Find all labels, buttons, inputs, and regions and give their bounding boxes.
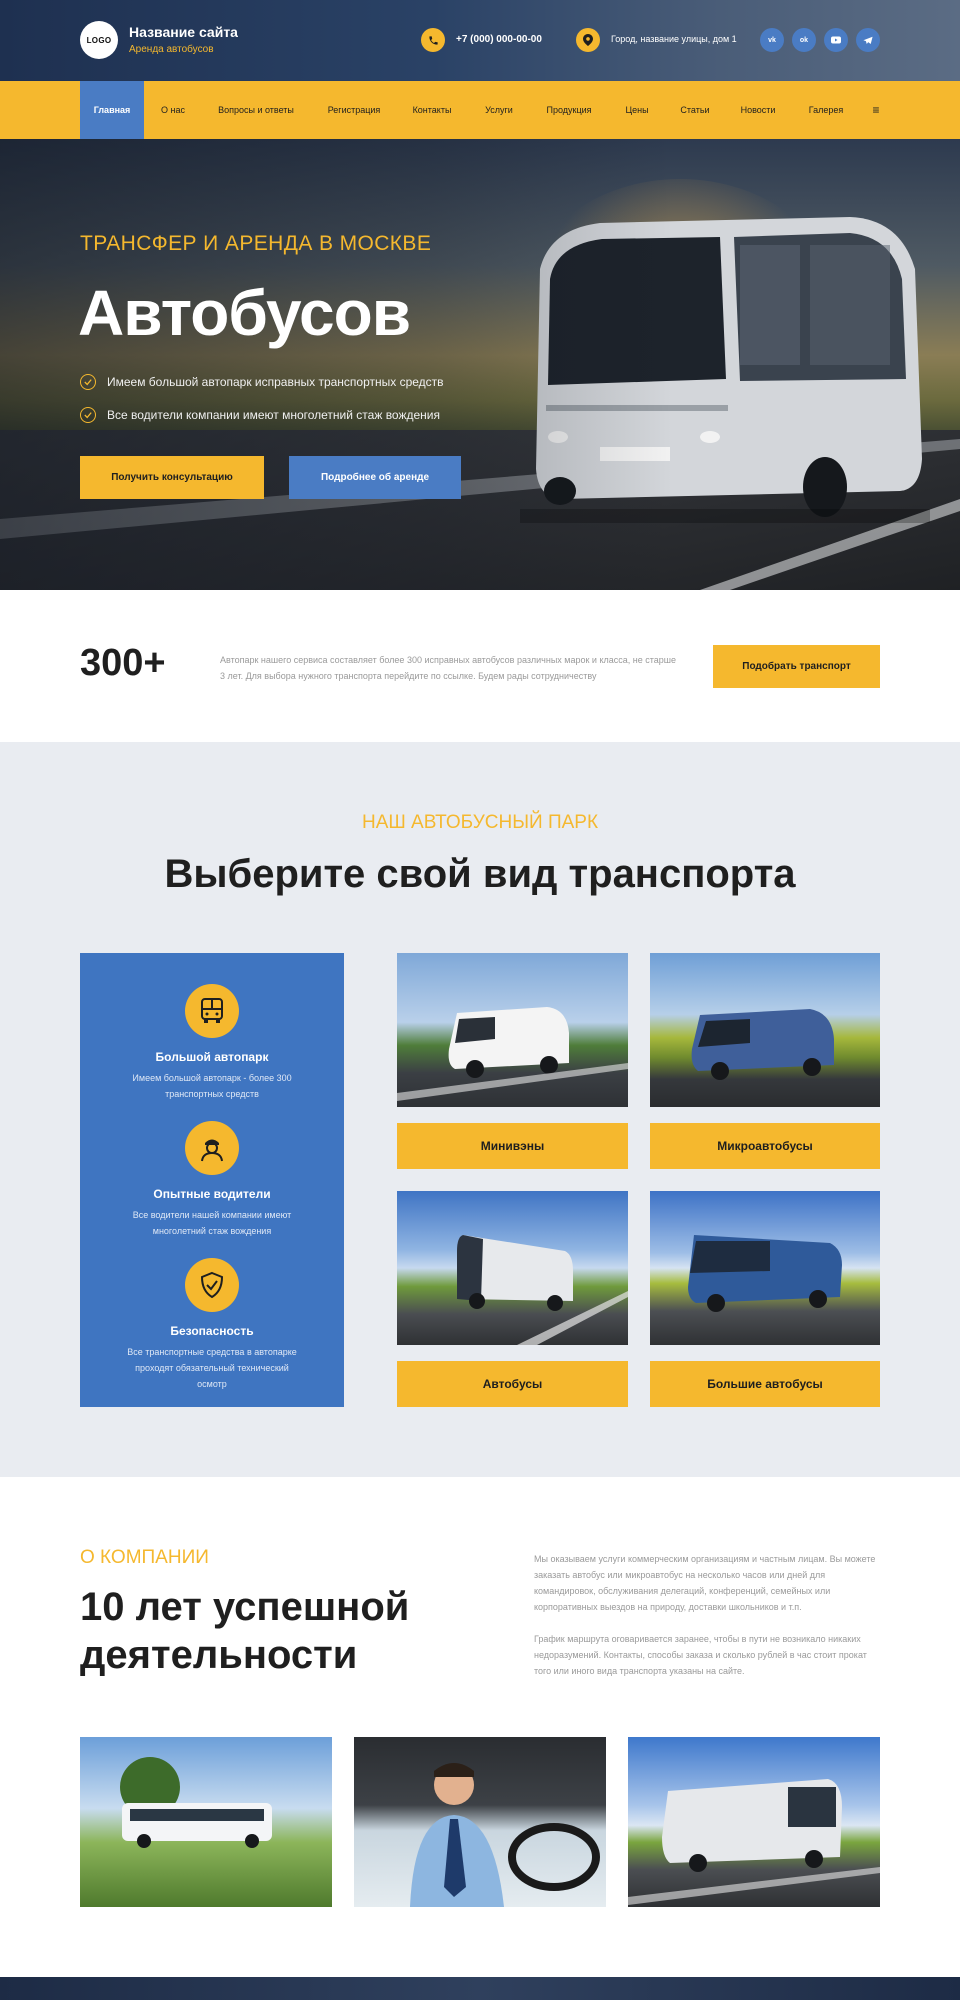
- about-paragraph: График маршрута оговаривается заранее, ч…: [534, 1634, 867, 1676]
- hero-title: Автобусов: [78, 277, 411, 349]
- nav-more-menu-icon[interactable]: ≡: [864, 81, 888, 139]
- top-header: LOGO Название сайта Аренда автобусов +7 …: [0, 0, 960, 81]
- nav-item-gallery[interactable]: Галерея: [796, 81, 856, 139]
- feature-description: Все водители нашей компании имеют многол…: [132, 1210, 292, 1236]
- fleet-kicker: НАШ АВТОБУСНЫЙ ПАРК: [361, 812, 599, 833]
- vk-label: vk: [768, 36, 776, 44]
- hero-check-item: Все водители компании имеют многолетний …: [80, 407, 440, 423]
- site-name[interactable]: Название сайта: [129, 24, 238, 40]
- nav-item-prices[interactable]: Цены: [612, 81, 662, 139]
- vk-icon[interactable]: vk: [760, 28, 784, 52]
- hero-check-text: Все водители компании имеют многолетний …: [107, 408, 441, 422]
- large-buses-button[interactable]: Большие автобусы: [650, 1361, 880, 1407]
- check-circle-icon: [80, 374, 96, 390]
- photo-bus-road: [628, 1737, 880, 1907]
- ok-label: ok: [799, 36, 809, 44]
- feature-description: Все транспортные средства в автопарке пр…: [127, 1347, 297, 1389]
- feature-item: Безопасность Все транспортные средства в…: [80, 1258, 344, 1392]
- feature-description: Имеем большой автопарк - более 300 транс…: [132, 1073, 292, 1099]
- nav-item-faq[interactable]: Вопросы и ответы: [206, 81, 306, 139]
- photo-bus-driver: [354, 1737, 606, 1907]
- choose-transport-button[interactable]: Подобрать транспорт: [713, 645, 880, 688]
- phone-icon: [421, 28, 445, 52]
- feature-title: Опытные водители: [153, 1187, 271, 1201]
- nav-item-products[interactable]: Продукция: [534, 81, 604, 139]
- feature-title: Безопасность: [170, 1324, 254, 1338]
- fleet-count: 300+: [80, 642, 166, 684]
- about-kicker: О КОМПАНИИ: [80, 1547, 209, 1568]
- nav-item-about[interactable]: О нас: [148, 81, 198, 139]
- about-paragraph: Мы оказываем услуги коммерческим организ…: [534, 1554, 876, 1612]
- fleet-title: Выберите свой вид транспорта: [164, 852, 796, 896]
- nav-item-registration[interactable]: Регистрация: [316, 81, 392, 139]
- bus-image[interactable]: [397, 1191, 628, 1345]
- shield-check-icon: [185, 1258, 239, 1312]
- feature-item: Опытные водители Все водители нашей комп…: [80, 1121, 344, 1239]
- microbuses-button[interactable]: Микроавтобусы: [650, 1123, 880, 1169]
- logo-text: LOGO: [86, 35, 112, 45]
- site-logo[interactable]: LOGO: [80, 21, 118, 59]
- odnoklassniki-icon[interactable]: ok: [792, 28, 816, 52]
- check-circle-icon: [80, 407, 96, 423]
- bus-icon: [185, 984, 239, 1038]
- driver-icon: [185, 1121, 239, 1175]
- hero-section: [0, 139, 960, 590]
- large-bus-image[interactable]: [650, 1191, 880, 1345]
- header-address: Город, название улицы, дом 1: [611, 34, 737, 44]
- microbus-image[interactable]: [650, 953, 880, 1107]
- get-consultation-button[interactable]: Получить консультацию: [80, 456, 264, 499]
- hero-check-text: Имеем большой автопарк исправных транспо…: [107, 375, 444, 389]
- hero-check-item: Имеем большой автопарк исправных транспо…: [80, 374, 444, 390]
- nav-item-contacts[interactable]: Контакты: [400, 81, 464, 139]
- photo-bus-field: [80, 1737, 332, 1907]
- feature-title: Большой автопарк: [155, 1050, 269, 1064]
- telegram-icon[interactable]: [856, 28, 880, 52]
- nav-item-services[interactable]: Услуги: [472, 81, 526, 139]
- rental-details-button[interactable]: Подробнее об аренде: [289, 456, 461, 499]
- header-phone[interactable]: +7 (000) 000-00-00: [456, 34, 542, 45]
- buses-button[interactable]: Автобусы: [397, 1361, 628, 1407]
- main-navigation: Главная О нас Вопросы и ответы Регистрац…: [0, 81, 960, 139]
- nav-item-articles[interactable]: Статьи: [670, 81, 720, 139]
- footer-strip: [0, 1977, 960, 2000]
- minivans-button[interactable]: Минивэны: [397, 1123, 628, 1169]
- minivan-image[interactable]: [397, 953, 628, 1107]
- nav-item-home[interactable]: Главная: [80, 81, 144, 139]
- hero-overlay: [0, 139, 960, 590]
- location-pin-icon: [576, 28, 600, 52]
- youtube-icon[interactable]: [824, 28, 848, 52]
- hero-subtitle: ТРАНСФЕР И АРЕНДА В МОСКВЕ: [80, 232, 432, 255]
- about-title: 10 лет успешной деятельности: [80, 1585, 410, 1677]
- feature-item: Большой автопарк Имеем большой автопарк …: [80, 984, 344, 1102]
- fleet-count-description: Автопарк нашего сервиса составляет более…: [220, 655, 676, 681]
- site-tagline: Аренда автобусов: [129, 44, 214, 55]
- nav-item-news[interactable]: Новости: [728, 81, 788, 139]
